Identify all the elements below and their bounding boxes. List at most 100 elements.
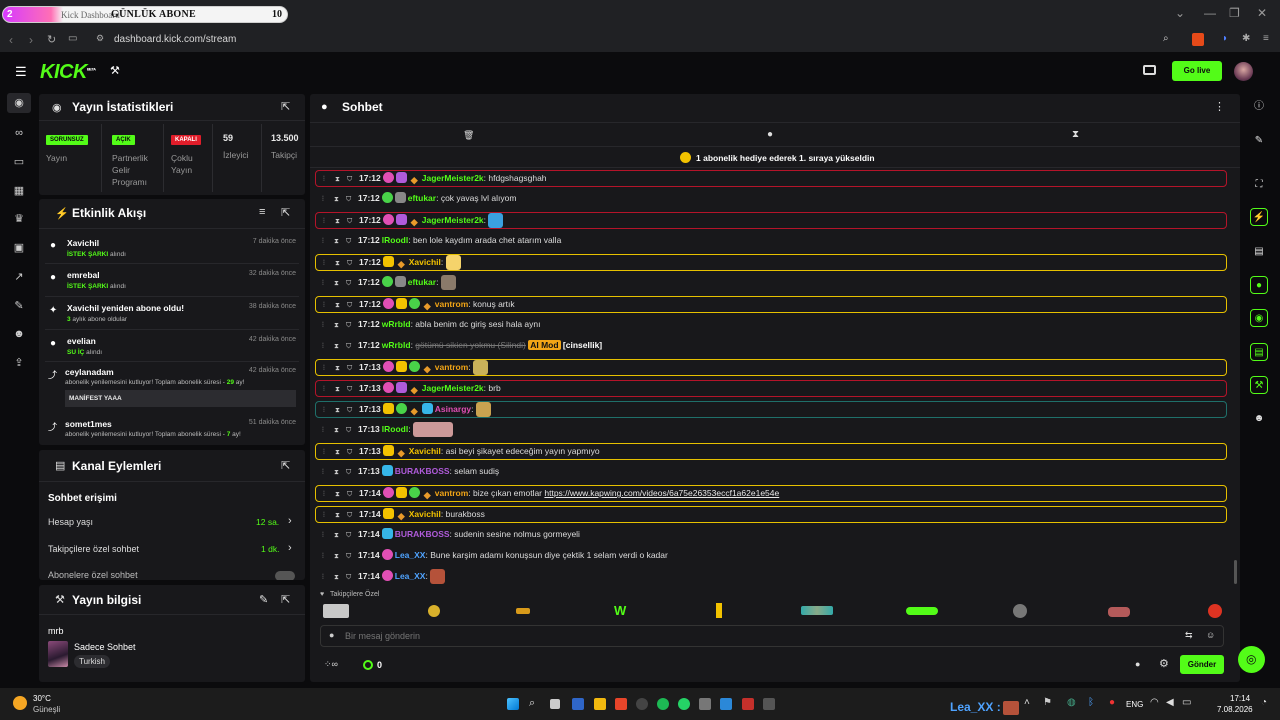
chat-username[interactable]: Xavichil — [409, 446, 441, 456]
hourglass-icon[interactable]: ⧗ — [334, 528, 341, 543]
send-button[interactable]: Gönder — [1180, 655, 1224, 674]
chat-input[interactable] — [345, 628, 1165, 644]
filter-icon[interactable]: ≡ — [259, 206, 265, 218]
chevron-down-icon[interactable]: ⌄ — [1175, 6, 1185, 20]
message-emote[interactable] — [445, 255, 461, 270]
tray-icon[interactable]: ◍ — [1067, 697, 1076, 708]
emote[interactable] — [323, 604, 349, 618]
chart-icon[interactable]: ↗ — [12, 270, 26, 284]
chat-message[interactable]: ⫶ ⧗ ⛉ 17:13 ◆ vantrom: — [315, 359, 1227, 376]
chat-message[interactable]: ⫶ ⧗ ⛉ 17:14 Lea_XX: — [315, 569, 1227, 586]
edit-icon[interactable]: ✎ — [1250, 132, 1268, 150]
pin-icon[interactable]: ⫶ — [322, 234, 329, 249]
hourglass-icon[interactable]: ⧗ — [334, 276, 341, 291]
hourglass-icon[interactable]: ⧗ — [335, 445, 342, 459]
chat-bubble-icon[interactable]: ● — [1135, 659, 1140, 669]
chat-username[interactable]: Lea_XX — [395, 571, 426, 581]
avatar[interactable] — [1234, 62, 1253, 81]
chat-username[interactable]: Xavichil — [409, 257, 441, 267]
chat-message[interactable]: ⫶ ⧗ ⛉ 17:12 ◆ JagerMeister2k: hfdgshagsghah — [315, 170, 1227, 187]
volume-icon[interactable]: ◀ — [1166, 697, 1174, 708]
upload-icon[interactable]: ⇪ — [12, 356, 26, 370]
shield-icon[interactable]: ⛉ — [346, 528, 353, 543]
notification-icon[interactable]: ◔ — [1261, 697, 1267, 708]
info-icon[interactable]: ⓘ — [1250, 98, 1268, 116]
pin-icon[interactable]: ⫶ — [322, 423, 329, 438]
shield-icon[interactable]: ⛉ — [346, 570, 353, 585]
chat-icon[interactable]: ● — [767, 129, 773, 140]
popout-icon[interactable]: ⇱ — [281, 206, 290, 219]
wrench-icon[interactable]: ⚒ — [1250, 376, 1268, 394]
hourglass-icon[interactable]: ⧗ — [335, 214, 342, 228]
hourglass-icon[interactable]: ⧗ — [335, 403, 342, 417]
pin-icon[interactable]: ⫶ — [322, 465, 329, 480]
popout-icon[interactable]: ⇱ — [281, 593, 290, 606]
chat-message[interactable]: ⫶ ⧗ ⛉ 17:14 ◆ Xavichil: burakboss — [315, 506, 1227, 523]
app-icon[interactable] — [720, 698, 732, 710]
forward-icon[interactable]: › — [29, 33, 33, 47]
trophy-icon[interactable]: ♛ — [12, 212, 26, 226]
emote[interactable] — [516, 608, 530, 614]
channel-icon[interactable]: ▤ — [1250, 343, 1268, 361]
emote[interactable] — [1108, 607, 1130, 617]
emote[interactable] — [1013, 604, 1027, 618]
bluetooth-icon[interactable]: ᛒ — [1088, 697, 1094, 708]
chat-username[interactable]: JagerMeister2k — [422, 173, 484, 183]
note-icon[interactable]: ▤ — [1250, 243, 1268, 261]
chat-username[interactable]: eftukar — [408, 277, 436, 287]
tray-icon[interactable]: ⚑ — [1043, 697, 1052, 708]
chat-message[interactable]: ⫶ ⧗ ⛉ 17:14 ◆ vantrom: bize çıkan emotlar htt… — [315, 485, 1227, 502]
brave-icon[interactable] — [615, 698, 627, 710]
users-icon[interactable]: ☻ — [12, 327, 26, 341]
trash-icon[interactable]: 🗑︎ — [463, 130, 474, 141]
popout-icon[interactable]: ⇱ — [281, 100, 290, 113]
chat-username[interactable]: Lea_XX — [395, 550, 426, 560]
chat-username[interactable]: Xavichil — [409, 509, 441, 519]
scan-icon[interactable]: ⛶ — [1250, 176, 1268, 194]
whatsapp-icon[interactable] — [678, 698, 690, 710]
emoji-icon[interactable]: ☺ — [1206, 630, 1215, 640]
chat-message[interactable]: ⫶ ⧗ ⛉ 17:13 lRoodl: — [315, 422, 1227, 439]
chat-message[interactable]: ⫶ ⧗ ⛉ 17:13 ◆ Asinargy: — [315, 401, 1227, 418]
users-icon[interactable]: ☻ — [1250, 410, 1268, 428]
url-text[interactable]: dashboard.kick.com/stream — [114, 34, 236, 45]
task-view-icon[interactable] — [550, 699, 560, 709]
chat-message[interactable]: ⫶ ⧗ ⛉ 17:14 Lea_XX: Bune karşim adamı konuşs… — [315, 548, 1227, 565]
emote[interactable] — [716, 603, 722, 618]
hourglass-icon[interactable]: ⧗ — [335, 298, 342, 312]
pin-icon[interactable]: ⫶ — [322, 276, 329, 291]
chat-message[interactable]: ⫶ ⧗ ⛉ 17:12 ◆ Xavichil: — [315, 254, 1227, 271]
chat-username[interactable]: BURAKBOSS — [395, 466, 450, 476]
chat-message[interactable]: ⫶ ⧗ ⛉ 17:12 eftukar: çok yavaş lvl alıyom — [315, 191, 1227, 208]
setting-row-account-age[interactable]: Hesap yaşı 12 sa. › — [39, 515, 305, 530]
video-icon[interactable]: ▣ — [12, 241, 26, 255]
emote[interactable] — [428, 605, 440, 617]
emote[interactable] — [801, 606, 833, 615]
puzzle-icon[interactable]: ✱ — [1242, 33, 1250, 44]
chat-message[interactable]: ⫶ ⧗ ⛉ 17:12 lRoodl: ben lole kaydım arada ch… — [315, 233, 1227, 250]
infinity-icon[interactable]: ⁘∞ — [324, 659, 338, 670]
microphone-icon[interactable]: ● — [1109, 697, 1115, 708]
minimize-icon[interactable]: — — [1204, 6, 1216, 20]
chat-message[interactable]: ⫶ ⧗ ⛉ 17:12 eftukar: — [315, 275, 1227, 292]
pin-icon[interactable]: ⫶ — [322, 318, 329, 333]
chat-username[interactable]: vantrom — [435, 362, 469, 372]
chat-username[interactable]: JagerMeister2k — [422, 215, 484, 225]
chat-message[interactable]: ⫶ ⧗ ⛉ 17:12 ◆ vantrom: konuş artık — [315, 296, 1227, 313]
chat-username[interactable]: Asinargy — [435, 404, 471, 414]
pin-icon[interactable]: ⫶ — [323, 172, 330, 186]
message-emote[interactable] — [473, 360, 489, 375]
app-icon[interactable] — [572, 698, 584, 710]
app-icon[interactable] — [699, 698, 711, 710]
emote[interactable]: W — [614, 603, 626, 618]
shield-icon[interactable]: ⛉ — [346, 549, 353, 564]
pin-icon[interactable]: ⫶ — [322, 549, 329, 564]
tools-icon[interactable]: ✎ — [12, 299, 26, 313]
hourglass-icon[interactable]: ⧗ — [334, 423, 341, 438]
back-icon[interactable]: ‹ — [9, 33, 13, 47]
message-emote[interactable] — [475, 402, 491, 417]
wifi-icon[interactable]: ◠ — [1150, 697, 1159, 708]
chat-message[interactable]: ⫶ ⧗ ⛉ 17:12 wRrbld: götümü sikien yokmu (Sil… — [315, 338, 1227, 355]
hourglass-icon[interactable]: ⧗ — [335, 487, 342, 501]
shield-icon[interactable]: ⛉ — [347, 214, 354, 228]
